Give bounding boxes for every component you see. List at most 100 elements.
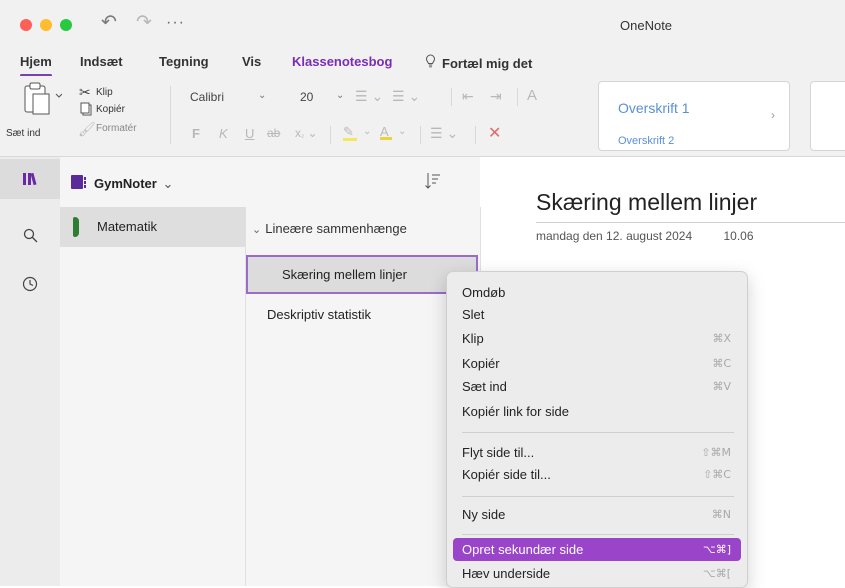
page-group-label: Lineære sammenhænge: [265, 221, 407, 236]
chevron-right-icon[interactable]: ›: [771, 108, 775, 122]
delete-icon[interactable]: ✕: [488, 123, 501, 143]
section-item-matematik[interactable]: Matematik: [60, 207, 245, 247]
close-window-button[interactable]: [20, 19, 32, 31]
menu-item-copy[interactable]: Kopiér ⌘C: [453, 352, 741, 375]
font-size-select[interactable]: 20 ⌄: [300, 90, 350, 104]
menu-shortcut: ⌘C: [712, 357, 731, 370]
undo-icon[interactable]: ↶: [101, 11, 117, 34]
menu-label: Kopiér link for side: [462, 404, 569, 419]
menu-label: Kopiér: [462, 356, 500, 371]
page-date-text: mandag den 12. august 2024: [536, 229, 693, 243]
scissors-icon[interactable]: ✂: [79, 84, 91, 101]
clipboard-icon: [24, 82, 63, 115]
menu-item-cut[interactable]: Klip ⌘X: [453, 327, 741, 350]
menu-item-delete[interactable]: Slet: [453, 303, 741, 326]
underline-button[interactable]: U: [245, 126, 254, 141]
menu-item-make-subpage[interactable]: Opret sekundær side ⌥⌘]: [453, 538, 741, 561]
menu-shortcut: ⌘V: [712, 380, 731, 393]
more-icon[interactable]: ···: [166, 14, 185, 32]
bold-button[interactable]: F: [192, 126, 200, 141]
minimize-window-button[interactable]: [40, 19, 52, 31]
menu-label: Sæt ind: [462, 379, 507, 394]
strikethrough-button[interactable]: ab: [267, 126, 280, 140]
paste-label: Sæt ind: [6, 128, 41, 139]
menu-separator: [462, 432, 734, 433]
menu-item-rename[interactable]: Omdøb: [453, 281, 741, 304]
outdent-icon[interactable]: ⇤: [462, 88, 474, 105]
styles-gallery-more[interactable]: [810, 81, 845, 151]
menu-item-new-page[interactable]: Ny side ⌘N: [453, 503, 741, 526]
page-time: 10.06: [723, 229, 754, 243]
tab-tell-me[interactable]: Fortæl mig det: [425, 54, 532, 71]
style-heading-2[interactable]: Overskrift 2: [618, 135, 674, 147]
page-date: mandag den 12. august 2024 10.06: [536, 229, 754, 243]
bullets-icon[interactable]: ☰ ⌄: [355, 88, 383, 105]
menu-separator: [462, 496, 734, 497]
window-title: OneNote: [620, 18, 673, 33]
tab-indsaet[interactable]: Indsæt: [80, 54, 123, 69]
redo-icon[interactable]: ↷: [136, 11, 152, 34]
notebook-icon: [70, 174, 88, 195]
page-label: Skæring mellem linjer: [282, 267, 407, 282]
tab-tegning[interactable]: Tegning: [159, 54, 209, 69]
styles-gallery[interactable]: Overskrift 1 Overskrift 2 ›: [598, 81, 790, 151]
menu-item-copy-page[interactable]: Kopiér side til... ⇧⌘C: [453, 463, 741, 486]
font-color-icon[interactable]: A: [380, 124, 392, 140]
menu-item-move-page[interactable]: Flyt side til... ⇧⌘M: [453, 441, 741, 464]
notebook-selector[interactable]: GymNoter ⌄: [94, 176, 173, 192]
menu-item-promote-subpage[interactable]: Hæv underside ⌥⌘[: [453, 562, 741, 585]
highlight-icon[interactable]: ✎: [343, 124, 357, 141]
chevron-down-icon[interactable]: ⌄: [363, 126, 371, 137]
chevron-down-icon: ⌄: [336, 90, 345, 101]
divider: [330, 126, 331, 144]
tab-vis[interactable]: Vis: [242, 54, 261, 69]
title-underline: [536, 222, 845, 223]
numbering-icon[interactable]: ☰ ⌄: [392, 88, 420, 105]
cut-button[interactable]: Klip: [96, 87, 113, 98]
ribbon-tabs: Hjem Indsæt Tegning Vis Klassenotesbog F…: [0, 44, 845, 77]
zoom-window-button[interactable]: [60, 19, 72, 31]
copy-icon[interactable]: [80, 102, 92, 121]
style-heading-1[interactable]: Overskrift 1: [618, 100, 690, 116]
divider: [475, 126, 476, 144]
menu-label: Slet: [462, 307, 485, 322]
copy-button[interactable]: Kopiér: [96, 104, 125, 115]
menu-label: Opret sekundær side: [462, 542, 584, 557]
subscript-button[interactable]: x₂ ⌄: [295, 126, 318, 140]
tab-klassenotesbog[interactable]: Klassenotesbog: [292, 54, 392, 69]
notebooks-icon[interactable]: [0, 159, 60, 199]
title-bar: ↶ ↷ ··· OneNote: [0, 0, 845, 44]
page-item-selected[interactable]: Skæring mellem linjer: [246, 255, 478, 294]
recent-icon[interactable]: [0, 264, 60, 304]
notebook-header: GymNoter ⌄: [60, 157, 480, 207]
font-family-select[interactable]: Calibri ⌄: [190, 90, 270, 104]
menu-item-paste[interactable]: Sæt ind ⌘V: [453, 375, 741, 398]
menu-label: Flyt side til...: [462, 445, 535, 460]
notebook-name: GymNoter: [94, 176, 157, 191]
chevron-down-icon: ⌄: [258, 90, 267, 101]
paste-button[interactable]: [22, 82, 63, 121]
menu-item-copy-link[interactable]: Kopiér link for side: [453, 400, 741, 423]
align-icon[interactable]: ☰ ⌄: [430, 125, 458, 142]
divider: [420, 126, 421, 144]
page-group-header[interactable]: ⌄ Lineære sammenhænge: [252, 221, 407, 236]
tab-hjem[interactable]: Hjem: [20, 54, 52, 77]
chevron-down-icon[interactable]: ⌄: [398, 126, 406, 137]
search-icon[interactable]: [0, 215, 60, 255]
sort-icon[interactable]: [425, 172, 441, 195]
font-name: Calibri: [190, 90, 225, 104]
font-size-value: 20: [300, 90, 314, 104]
menu-separator: [462, 534, 734, 535]
navigation-rail: [0, 157, 61, 586]
page-item[interactable]: Deskriptiv statistik: [267, 307, 371, 322]
page-title[interactable]: Skæring mellem linjer: [536, 189, 757, 216]
italic-button[interactable]: K: [219, 126, 228, 141]
clear-format-icon[interactable]: A: [527, 87, 537, 104]
chevron-down-icon: ⌄: [162, 176, 174, 191]
context-menu: Omdøb Slet Klip ⌘X Kopiér ⌘C Sæt ind ⌘V Kop…: [446, 271, 748, 588]
format-painter-button[interactable]: Formatér: [96, 123, 137, 134]
menu-label: Ny side: [462, 507, 506, 522]
indent-icon[interactable]: ⇥: [490, 88, 502, 105]
divider: [170, 86, 171, 144]
format-painter-icon[interactable]: 🖌: [78, 121, 96, 138]
